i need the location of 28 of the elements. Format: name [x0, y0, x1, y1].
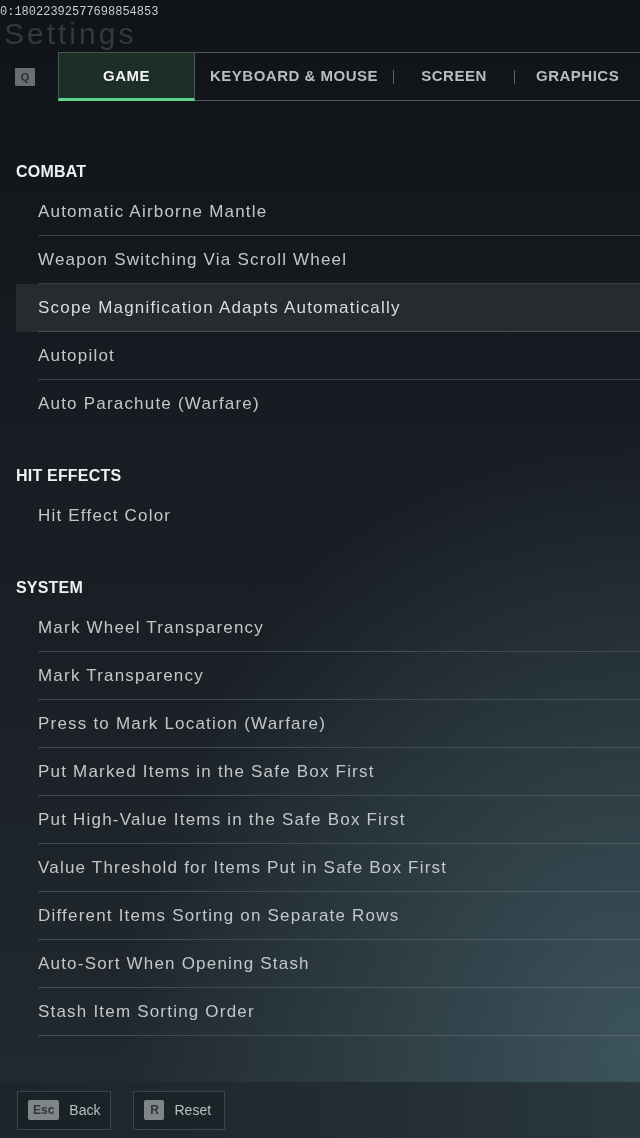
tab[interactable]: SCREEN — [394, 52, 514, 101]
setting-row[interactable]: Mark Wheel Transparency — [16, 604, 640, 652]
setting-row[interactable]: Auto-Sort When Opening Stash — [16, 940, 640, 988]
setting-row[interactable]: Weapon Switching Via Scroll Wheel — [16, 236, 640, 284]
section-heading: COMBAT — [16, 162, 87, 182]
footer-button[interactable]: Esc Back — [17, 1090, 112, 1130]
session-id: 0:18022392577698854853 — [0, 5, 159, 19]
setting-row[interactable]: Autopilot — [16, 332, 640, 380]
key-hint: Esc — [28, 1100, 60, 1120]
setting-row[interactable]: Put High-Value Items in the Safe Box First — [16, 796, 640, 844]
tab[interactable]: GRAPHICS — [515, 52, 635, 101]
tab[interactable]: KEYBOARD & MOUSE — [195, 52, 393, 101]
setting-row[interactable]: Mark Transparency — [16, 652, 640, 700]
setting-row[interactable]: Press to Mark Location (Warfare) — [16, 700, 640, 748]
key-hint: R — [144, 1100, 165, 1120]
setting-row[interactable]: Stash Item Sorting Order — [16, 988, 640, 1036]
setting-row[interactable]: Value Threshold for Items Put in Safe Box First — [16, 844, 640, 892]
footer-button[interactable]: R Reset — [133, 1090, 226, 1130]
setting-row[interactable]: Hit Effect Color — [16, 492, 640, 540]
setting-row[interactable]: Automatic Airborne Mantle — [16, 188, 640, 236]
key-hint: Q — [15, 67, 35, 86]
setting-row[interactable]: Put Marked Items in the Safe Box First — [16, 748, 640, 796]
setting-row[interactable]: Auto Parachute (Warfare) — [16, 380, 640, 428]
tab[interactable]: GAME — [58, 52, 195, 101]
setting-row[interactable]: Scope Magnification Adapts Automatically — [16, 284, 640, 332]
setting-row[interactable]: Different Items Sorting on Separate Rows — [16, 892, 640, 940]
section-heading: HIT EFFECTS — [16, 466, 122, 486]
section-heading: SYSTEM — [16, 578, 83, 598]
